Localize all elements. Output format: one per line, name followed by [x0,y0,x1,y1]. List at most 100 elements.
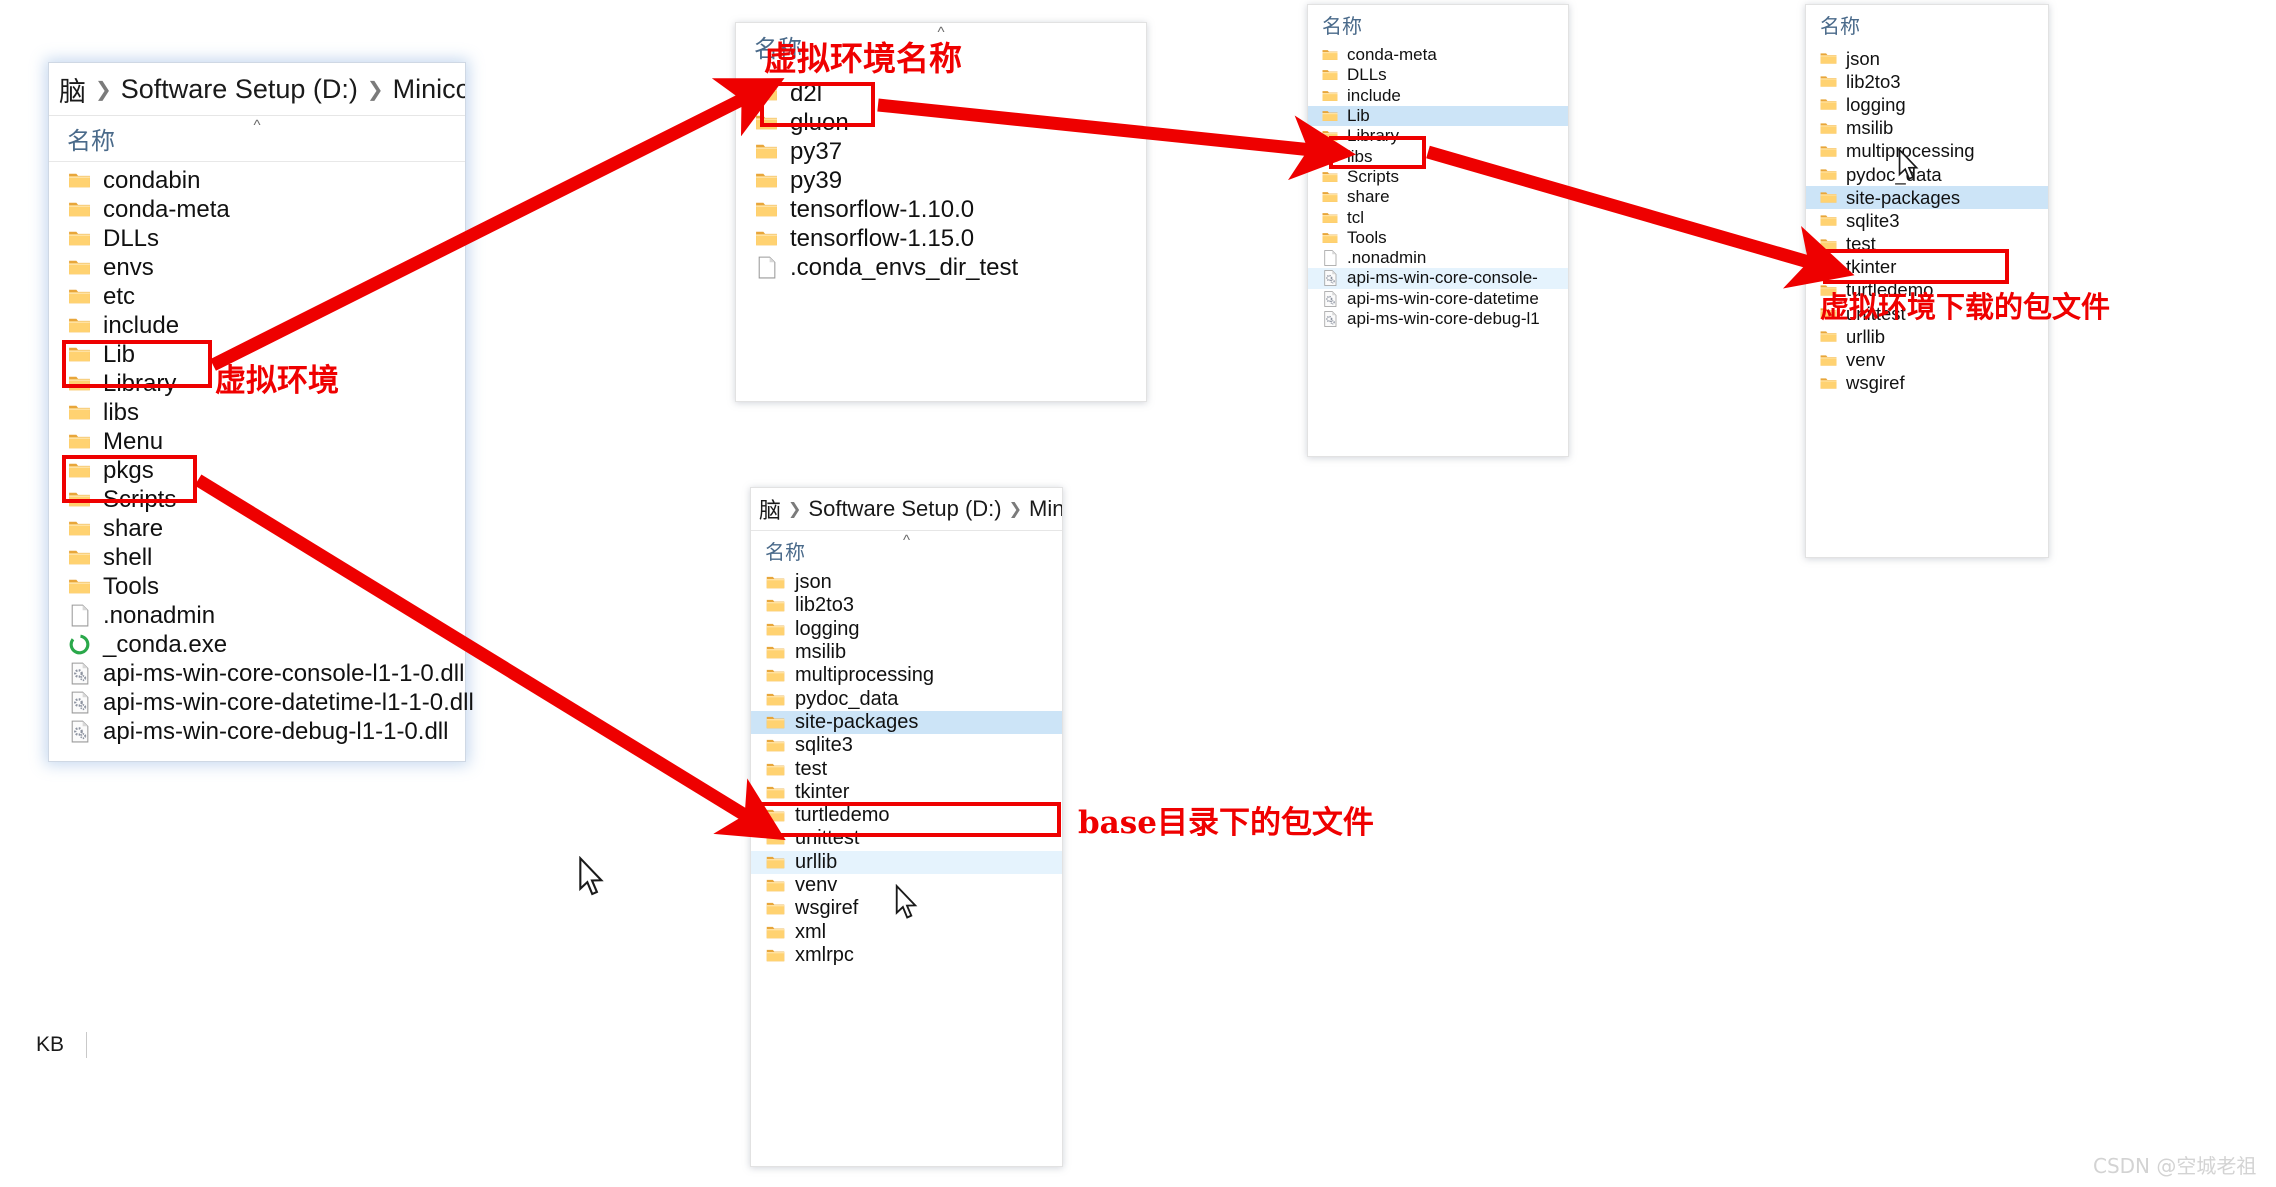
file-row[interactable]: wsgiref [1806,372,2048,395]
file-row[interactable]: tkinter [1806,256,2048,279]
file-list[interactable]: json lib2to3 logging msilib multiprocessing p… [751,569,1062,967]
file-row[interactable]: .nonadmin [1308,248,1568,268]
file-row[interactable]: envs [49,253,465,282]
file-row[interactable]: api-ms-win-core-debug-l1 [1308,309,1568,329]
column-header-bar[interactable]: 名称 [1806,5,2048,43]
breadcrumb[interactable]: 脑 ❯ Software Setup (D:) ❯ Miniconda [49,63,465,116]
file-row[interactable]: pydoc_data [751,687,1062,710]
file-row[interactable]: sqlite3 [751,734,1062,757]
breadcrumb-item-2[interactable]: Miniconda [393,74,465,105]
file-list[interactable]: d2l gluon py37 py39 tensorflow-1.10.0 tensorf… [736,69,1146,282]
file-row[interactable]: libs [49,398,465,427]
file-row[interactable]: multiprocessing [1806,140,2048,163]
file-list[interactable]: conda-meta DLLs include Lib Library libs Scrip… [1308,43,1568,329]
file-row[interactable]: tcl [1308,207,1568,227]
column-header-name[interactable]: 名称 [1820,10,1860,39]
file-row[interactable]: Scripts [1308,167,1568,187]
column-header-bar[interactable]: ^ 名称 [751,531,1062,569]
file-row[interactable]: Library [1308,126,1568,146]
file-row[interactable]: shell [49,543,465,572]
file-row[interactable]: logging [1806,93,2048,116]
file-row[interactable]: Menu [49,427,465,456]
file-row[interactable]: unittest [751,827,1062,850]
file-row[interactable]: share [1308,187,1568,207]
breadcrumb-item-0[interactable]: 脑 [59,70,86,109]
column-header-name[interactable]: 名称 [67,121,115,156]
file-row[interactable]: api-ms-win-core-datetime-l1-1-0.dll [49,688,474,717]
file-row[interactable]: api-ms-win-core-console-l1-1-0.dll [49,659,465,688]
file-row[interactable]: api-ms-win-core-console- [1308,268,1568,289]
breadcrumb-item-1[interactable]: Software Setup (D:) [808,496,1001,522]
file-row[interactable]: Lib [49,340,465,369]
file-row[interactable]: etc [49,282,465,311]
breadcrumb-item-0[interactable]: 脑 [759,493,781,525]
file-row[interactable]: conda-meta [49,195,465,224]
file-row[interactable]: include [49,311,465,340]
file-row[interactable]: test [1806,233,2048,256]
column-header-name[interactable]: 名称 [765,536,805,565]
file-row[interactable]: json [1806,47,2048,70]
file-row[interactable]: msilib [1806,117,2048,140]
file-row[interactable]: Library [49,369,465,398]
file-row[interactable]: py37 [736,137,1146,166]
miniconda-root-window[interactable]: 脑 ❯ Software Setup (D:) ❯ Miniconda ^ 名称… [48,62,474,762]
breadcrumb[interactable]: 脑 ❯ Software Setup (D:) ❯ Minico [751,488,1062,531]
file-row[interactable]: unittest [1806,302,2048,325]
file-row[interactable]: site-packages [1806,186,2048,210]
file-row[interactable]: api-ms-win-core-datetime [1308,289,1568,309]
file-row[interactable]: gluon [736,108,1146,137]
base-lib-window[interactable]: 脑 ❯ Software Setup (D:) ❯ Minico ^ 名称 js… [750,487,1063,1167]
file-row[interactable]: d2l [736,79,1146,108]
file-row[interactable]: wsgiref [751,897,1062,920]
file-list[interactable]: json lib2to3 logging msilib multiprocessing p… [1806,43,2048,395]
column-header-name[interactable]: 名称 [754,29,802,64]
file-row[interactable]: DLLs [1308,65,1568,85]
file-row[interactable]: .nonadmin [49,601,465,630]
file-row[interactable]: xml [751,920,1062,943]
file-row[interactable]: _conda.exe [49,630,465,659]
column-header-bar[interactable]: ^ 名称 [49,116,465,162]
file-row[interactable]: include [1308,86,1568,106]
file-row[interactable]: api-ms-win-core-debug-l1-1-0.dll [49,717,465,746]
file-row[interactable]: lib2to3 [751,594,1062,617]
breadcrumb-item-1[interactable]: Software Setup (D:) [121,74,358,105]
file-row[interactable]: Lib [1308,105,1568,127]
file-row[interactable]: sqlite3 [1806,209,2048,232]
d2l-env-window[interactable]: 名称 conda-meta DLLs include Lib Library libs Sc… [1307,4,1569,457]
file-row[interactable]: tensorflow-1.15.0 [736,224,1146,253]
file-row[interactable]: venv [751,874,1062,897]
file-row[interactable]: multiprocessing [751,664,1062,687]
file-row[interactable]: pydoc_data [1806,163,2048,186]
file-row[interactable]: libs [1308,146,1568,166]
file-row[interactable]: lib2to3 [1806,70,2048,93]
file-row[interactable]: venv [1806,348,2048,371]
file-row[interactable]: py39 [736,166,1146,195]
file-row[interactable]: tensorflow-1.10.0 [736,195,1146,224]
envs-window[interactable]: ^ 名称 d2l gluon py37 py39 tensorflow-1.10.0 te… [735,22,1147,402]
file-row[interactable]: turtledemo [751,804,1062,827]
column-header-bar[interactable]: ^ 名称 [736,23,1146,69]
file-row[interactable]: condabin [49,166,465,195]
file-row[interactable]: msilib [751,641,1062,664]
file-row[interactable]: tkinter [751,781,1062,804]
file-row[interactable]: DLLs [49,224,465,253]
file-row[interactable]: share [49,514,465,543]
file-row[interactable]: site-packages [751,710,1062,735]
file-row[interactable]: Scripts [49,485,465,514]
file-row[interactable]: Tools [1308,228,1568,248]
file-row[interactable]: logging [751,618,1062,641]
file-row[interactable]: urllib [751,850,1062,874]
file-row[interactable]: test [751,757,1062,780]
column-header-bar[interactable]: 名称 [1308,5,1568,43]
breadcrumb-item-2[interactable]: Minico [1029,496,1062,522]
file-row[interactable]: json [751,571,1062,594]
file-row[interactable]: pkgs [49,456,465,485]
file-row[interactable]: turtledemo [1806,279,2048,302]
file-list[interactable]: condabin conda-meta DLLs envs etc include Lib L… [49,162,474,746]
file-row[interactable]: Tools [49,572,465,601]
env-lib-window[interactable]: 名称 json lib2to3 logging msilib multiprocessi… [1805,4,2049,558]
file-row[interactable]: conda-meta [1308,45,1568,65]
file-row[interactable]: urllib [1806,325,2048,348]
column-header-name[interactable]: 名称 [1322,10,1362,39]
file-row[interactable]: .conda_envs_dir_test [736,253,1146,282]
